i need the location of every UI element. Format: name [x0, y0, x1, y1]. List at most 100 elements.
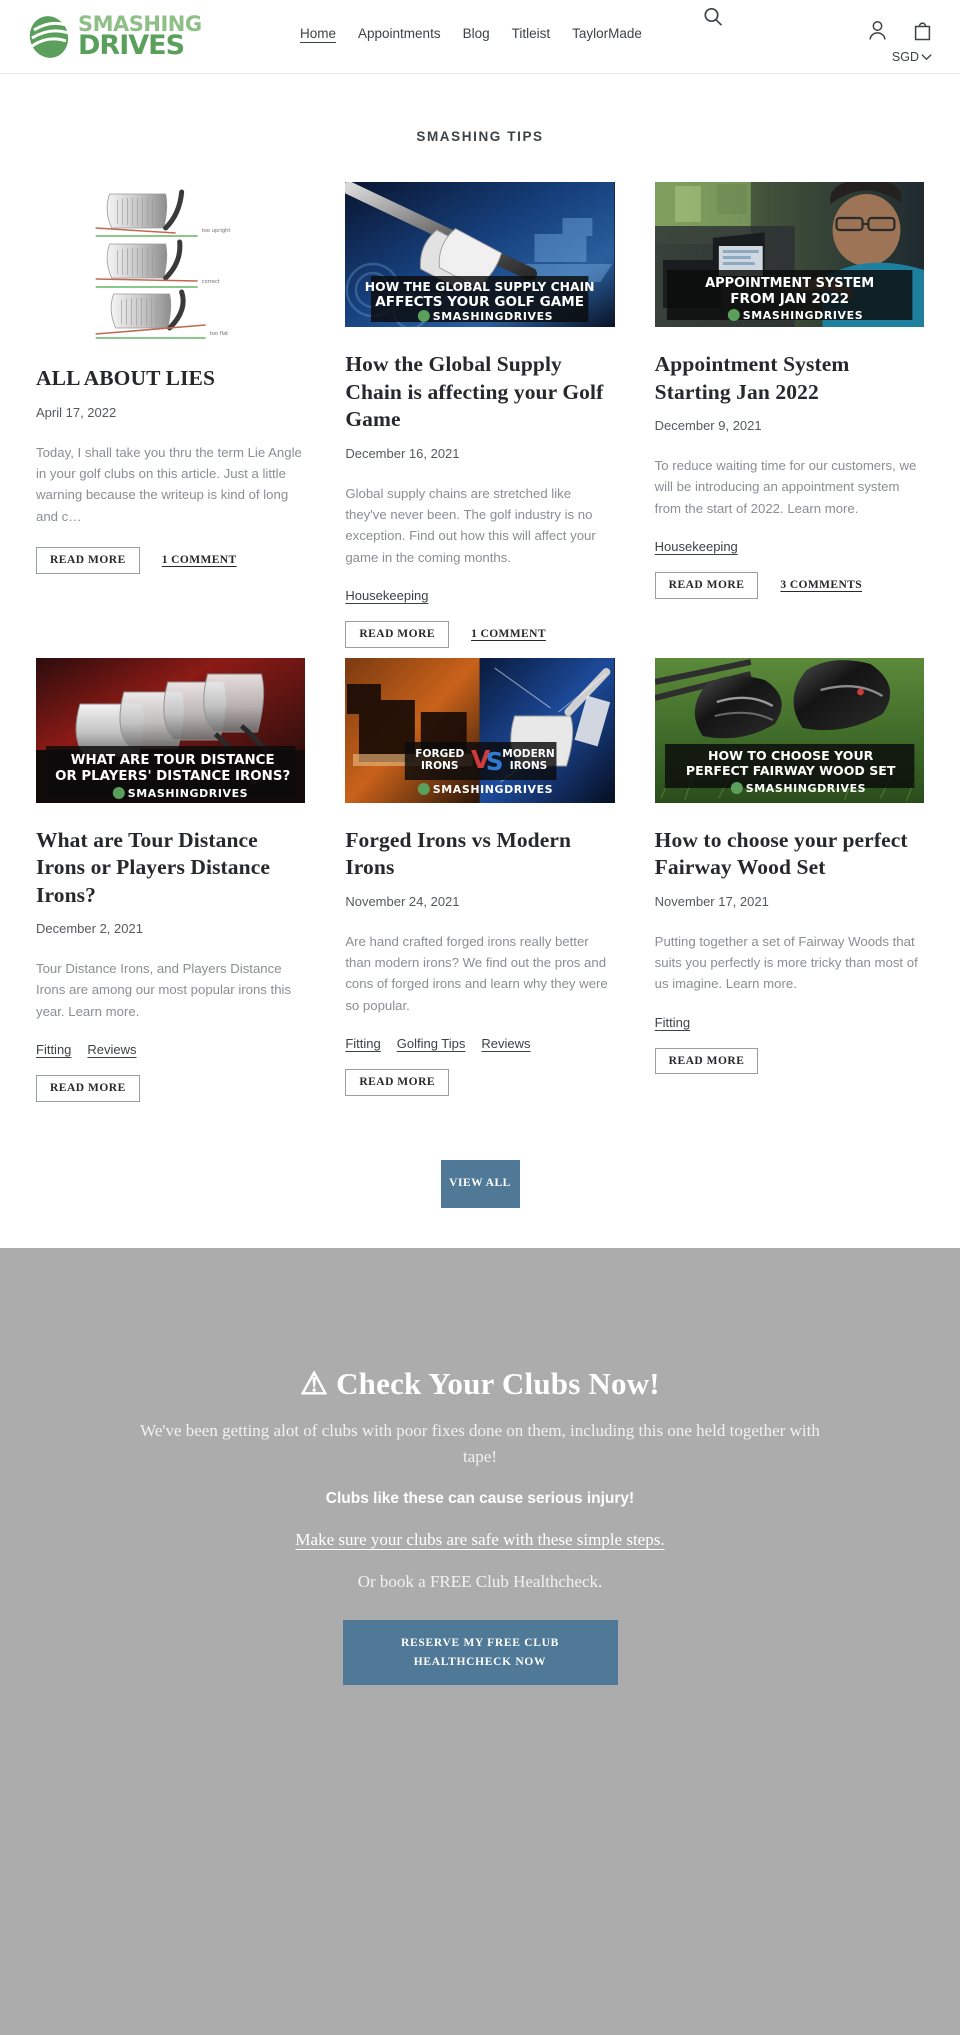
- article-tags: Housekeeping: [345, 588, 614, 603]
- article-tag-fitting[interactable]: Fitting: [655, 1015, 690, 1030]
- article-tags: Fitting Golfing Tips Reviews: [345, 1036, 614, 1051]
- read-more-button[interactable]: READ MORE: [36, 1075, 140, 1102]
- read-more-button[interactable]: READ MORE: [345, 1069, 450, 1096]
- read-more-button[interactable]: READ MORE: [36, 547, 140, 574]
- read-more-button[interactable]: READ MORE: [654, 572, 759, 599]
- article-title[interactable]: What are Tour Distance Irons or Players …: [36, 827, 305, 910]
- search-icon[interactable]: [702, 6, 724, 28]
- article-thumbnail-forged-vs-modern[interactable]: FORGED IRONS V S MODERN IRONS SMASHINGDR…: [345, 657, 615, 803]
- reserve-healthcheck-button[interactable]: RESERVE MY FREE CLUB HEALTHCHECK NOW: [342, 1620, 618, 1685]
- currency-value: SGD: [891, 50, 919, 64]
- currency-selector[interactable]: SGD: [892, 50, 932, 64]
- thumbnail-caption-line1: HOW THE GLOBAL SUPPLY CHAIN: [365, 280, 595, 294]
- article-thumbnail-fairway-wood[interactable]: HOW TO CHOOSE YOUR PERFECT FAIRWAY WOOD …: [654, 657, 924, 803]
- appointment-photo-icon: APPOINTMENT SYSTEM FROM JAN 2022 SMASHIN…: [654, 182, 924, 327]
- article-tag-housekeeping[interactable]: Housekeeping: [655, 539, 738, 554]
- article-tag-fitting[interactable]: Fitting: [36, 1042, 71, 1057]
- article-title[interactable]: How the Global Supply Chain is affecting…: [345, 351, 614, 434]
- thumbnail-caption-line2: MODERN: [503, 748, 555, 760]
- comment-count-link[interactable]: 1 COMMENT: [162, 554, 237, 566]
- thumbnail-logo-text: SMASHINGDRIVES: [128, 787, 248, 800]
- thumbnail-caption-line2: FROM JAN 2022: [730, 291, 849, 307]
- site-logo[interactable]: SMASHING DRIVES: [28, 10, 202, 64]
- article-card[interactable]: too upright correct too flat ALL ABOUT L…: [36, 182, 306, 574]
- fairway-wood-photo-icon: HOW TO CHOOSE YOUR PERFECT FAIRWAY WOOD …: [654, 657, 924, 803]
- cta-safety-steps-link[interactable]: Make sure your clubs are safe with these…: [130, 1530, 830, 1550]
- smashing-tips-section: SMASHING TIPS too upright correct too fl…: [0, 74, 960, 1248]
- article-card[interactable]: FORGED IRONS V S MODERN IRONS SMASHINGDR…: [345, 657, 615, 1096]
- article-title[interactable]: ALL ABOUT LIES: [36, 365, 305, 393]
- cta-warning-line: Clubs like these can cause serious injur…: [325, 1490, 635, 1508]
- read-more-button[interactable]: READ MORE: [654, 1047, 759, 1075]
- header-icon-group: [868, 20, 932, 41]
- article-excerpt: Today, I shall take you thru the term Li…: [36, 444, 302, 524]
- page-title: SMASHING TIPS: [416, 129, 544, 144]
- nav-item-appointments[interactable]: Appointments: [358, 26, 441, 41]
- comment-count-link[interactable]: 3 COMMENTS: [780, 579, 862, 591]
- article-date: December 16, 2021: [345, 445, 460, 461]
- nav-item-titleist[interactable]: Titleist: [512, 26, 551, 41]
- account-icon[interactable]: [868, 20, 887, 41]
- nav-item-blog[interactable]: Blog: [463, 26, 490, 41]
- article-actions: READ MORE: [654, 1047, 924, 1075]
- thumbnail-caption-line2b: IRONS: [510, 760, 548, 772]
- article-excerpt: Are hand crafted forged irons really bet…: [345, 933, 608, 1013]
- view-all-container: VIEW ALL: [0, 1159, 960, 1208]
- svg-text:too upright: too upright: [202, 228, 231, 234]
- article-tag-housekeeping[interactable]: Housekeeping: [345, 588, 428, 603]
- read-more-button[interactable]: READ MORE: [345, 621, 450, 648]
- supply-chain-photo-icon: HOW THE GLOBAL SUPPLY CHAIN AFFECTS YOUR…: [345, 182, 615, 327]
- nav-item-taylormade[interactable]: TaylorMade: [572, 26, 642, 41]
- article-thumbnail-tour-distance-irons[interactable]: WHAT ARE TOUR DISTANCE OR PLAYERS' DISTA…: [36, 657, 306, 803]
- thumbnail-caption-line2: PERFECT FAIRWAY WOOD SET: [686, 763, 896, 778]
- article-tag-fitting[interactable]: Fitting: [345, 1036, 380, 1051]
- check-your-clubs-cta-section: ⚠ Check Your Clubs Now! We've been getti…: [0, 1247, 960, 2035]
- article-grid: too upright correct too flat ALL ABOUT L…: [36, 182, 924, 1102]
- article-actions: READ MORE 3 COMMENTS: [654, 572, 924, 599]
- article-tags: Fitting Reviews: [36, 1042, 305, 1057]
- thumbnail-caption-line1: WHAT ARE TOUR DISTANCE: [71, 753, 275, 768]
- thumbnail-caption-line1b: IRONS: [421, 760, 459, 772]
- thumbnail-logo-text: SMASHINGDRIVES: [433, 310, 553, 323]
- main-navigation: Home Appointments Blog Titleist TaylorMa…: [300, 26, 642, 41]
- article-tag-reviews[interactable]: Reviews: [481, 1036, 530, 1051]
- svg-text:correct: correct: [202, 279, 220, 285]
- shopping-bag-icon[interactable]: [913, 20, 932, 41]
- article-actions: READ MORE: [36, 1075, 305, 1102]
- cta-title: ⚠ Check Your Clubs Now!: [300, 1365, 660, 1401]
- thumbnail-caption-vs2: S: [486, 747, 504, 776]
- article-excerpt: To reduce waiting time for our customers…: [654, 458, 917, 516]
- article-excerpt: Tour Distance Irons, and Players Distanc…: [36, 961, 292, 1019]
- article-tag-golfing-tips[interactable]: Golfing Tips: [397, 1036, 466, 1051]
- article-title[interactable]: Appointment System Starting Jan 2022: [655, 351, 924, 406]
- article-date: November 17, 2021: [654, 893, 769, 909]
- article-actions: READ MORE 1 COMMENT: [345, 621, 614, 648]
- article-excerpt: Putting together a set of Fairway Woods …: [654, 933, 918, 992]
- article-card[interactable]: WHAT ARE TOUR DISTANCE OR PLAYERS' DISTA…: [36, 657, 306, 1102]
- thumbnail-caption-line1: APPOINTMENT SYSTEM: [705, 276, 874, 291]
- view-all-button[interactable]: VIEW ALL: [440, 1159, 520, 1208]
- svg-text:too flat: too flat: [210, 331, 229, 337]
- comment-count-link[interactable]: 1 COMMENT: [471, 628, 546, 640]
- chevron-down-icon: [921, 54, 932, 61]
- article-thumbnail-appointment-system[interactable]: APPOINTMENT SYSTEM FROM JAN 2022 SMASHIN…: [654, 182, 924, 327]
- article-date: December 2, 2021: [36, 921, 143, 937]
- thumbnail-caption-line2: OR PLAYERS' DISTANCE IRONS?: [55, 769, 290, 784]
- thumbnail-logo-text: SMASHINGDRIVES: [742, 309, 862, 322]
- nav-item-home[interactable]: Home: [300, 26, 336, 41]
- forged-vs-modern-photo-icon: FORGED IRONS V S MODERN IRONS SMASHINGDR…: [345, 657, 615, 803]
- article-actions: READ MORE: [345, 1069, 614, 1096]
- article-card[interactable]: HOW THE GLOBAL SUPPLY CHAIN AFFECTS YOUR…: [345, 182, 615, 648]
- article-card[interactable]: APPOINTMENT SYSTEM FROM JAN 2022 SMASHIN…: [654, 182, 924, 599]
- article-card[interactable]: HOW TO CHOOSE YOUR PERFECT FAIRWAY WOOD …: [654, 657, 924, 1075]
- article-thumbnail-lie-angle-diagram[interactable]: too upright correct too flat: [36, 182, 306, 357]
- article-thumbnail-supply-chain[interactable]: HOW THE GLOBAL SUPPLY CHAIN AFFECTS YOUR…: [345, 182, 615, 327]
- article-tags: Fitting: [655, 1015, 924, 1030]
- article-title[interactable]: How to choose your perfect Fairway Wood …: [655, 827, 924, 882]
- article-tag-reviews[interactable]: Reviews: [87, 1042, 136, 1057]
- cta-or-line: Or book a FREE Club Healthcheck.: [357, 1572, 603, 1592]
- article-tags: Housekeeping: [655, 539, 924, 554]
- article-date: April 17, 2022: [36, 404, 117, 420]
- logo-text-bottom: DRIVES: [78, 30, 185, 62]
- article-title[interactable]: Forged Irons vs Modern Irons: [345, 827, 614, 882]
